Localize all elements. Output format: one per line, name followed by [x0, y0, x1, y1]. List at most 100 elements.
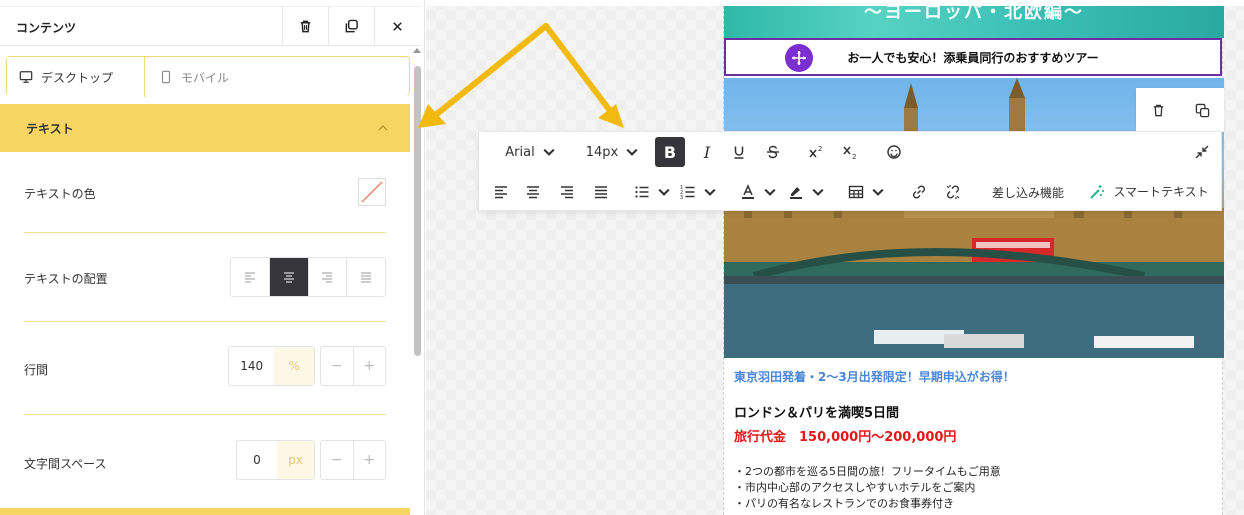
- align-justify-button[interactable]: [347, 258, 385, 296]
- remove-link-button[interactable]: [939, 172, 967, 212]
- table-button[interactable]: [845, 172, 889, 212]
- align-right-button[interactable]: [553, 172, 581, 212]
- chevron-down-icon: [626, 148, 638, 156]
- tour-title[interactable]: ロンドン＆パリを満喫5日間: [734, 402, 899, 421]
- emoji-button[interactable]: [879, 132, 909, 172]
- letter-spacing-decrease-button[interactable]: −: [321, 441, 354, 479]
- collapse-toolbar-button[interactable]: [1187, 132, 1217, 172]
- letter-spacing-input[interactable]: 0 px: [236, 440, 315, 480]
- highlighter-icon: [790, 187, 802, 199]
- line-height-increase-button[interactable]: +: [354, 347, 386, 385]
- tab-desktop[interactable]: デスクトップ: [7, 57, 145, 97]
- align-justify-icon: [595, 186, 607, 199]
- subscript-button[interactable]: 2: [835, 132, 865, 172]
- panel-scrollbar[interactable]: [411, 46, 423, 515]
- bullet-list-icon: [635, 186, 649, 198]
- tour-price[interactable]: 旅行代金 150,000円〜200,000円: [734, 426, 956, 445]
- table-icon: [848, 185, 864, 199]
- strikethrough-button[interactable]: [759, 132, 787, 172]
- hero-banner-text: 〜ヨーロッパ・北欧編〜: [864, 6, 1084, 23]
- tab-mobile-label: モバイル: [181, 70, 230, 85]
- unlink-icon: [946, 185, 960, 199]
- link-icon: [912, 185, 926, 199]
- close-icon: [393, 22, 402, 31]
- text-section-header[interactable]: テキスト: [0, 104, 410, 152]
- copy-icon: [345, 19, 358, 33]
- text-color-swatch[interactable]: [358, 178, 386, 206]
- list-item: ・2つの都市を巡る5日間の旅！フリータイムもご用意: [734, 465, 1001, 478]
- block-delete-button[interactable]: [1136, 88, 1180, 132]
- smart-text-button[interactable]: スマートテキスト: [1081, 172, 1219, 212]
- close-panel-button[interactable]: [374, 7, 420, 46]
- smart-text-label: スマートテキスト: [1113, 184, 1209, 199]
- line-height-input[interactable]: 140 %: [228, 346, 315, 386]
- delete-block-button[interactable]: [282, 7, 328, 46]
- svg-text:2: 2: [852, 153, 856, 160]
- promo-text[interactable]: 東京羽田発着・2〜3月出発限定！早期申込がお得！: [734, 368, 1015, 385]
- email-preview: 〜ヨーロッパ・北欧編〜 お一人でも安心！添乗員同行のおすすめツアー 東京羽田発着…: [723, 6, 1224, 515]
- panel-header: コンテンツ: [0, 6, 420, 46]
- superscript-button[interactable]: 2: [801, 132, 831, 172]
- line-height-decrease-button[interactable]: −: [321, 347, 354, 385]
- monitor-icon: [19, 71, 33, 83]
- text-align-group: [230, 257, 386, 297]
- align-center-button[interactable]: [519, 172, 547, 212]
- tab-mobile[interactable]: モバイル: [147, 57, 241, 97]
- align-left-button[interactable]: [487, 172, 515, 212]
- line-height-unit: %: [274, 347, 314, 385]
- chevron-down-icon: [704, 188, 716, 196]
- text-color-button[interactable]: [737, 172, 781, 212]
- align-center-button[interactable]: [269, 258, 309, 296]
- align-right-button[interactable]: [309, 258, 348, 296]
- subscript-icon: 2: [843, 146, 856, 160]
- numbered-list-icon: 123: [680, 185, 695, 200]
- scroll-up-arrow-icon[interactable]: [413, 48, 421, 53]
- numbered-list-button[interactable]: 123: [677, 172, 721, 212]
- bold-button[interactable]: B: [655, 137, 685, 167]
- collapse-icon: [1195, 145, 1209, 159]
- text-color-icon: [742, 184, 754, 199]
- align-justify-button[interactable]: [587, 172, 615, 212]
- list-item: ・市内中心部のアクセスしやすいホテルをご案内: [734, 481, 976, 494]
- text-color-label: テキストの色: [24, 187, 96, 201]
- duplicate-block-button[interactable]: [328, 7, 374, 46]
- tab-desktop-label: デスクトップ: [41, 70, 114, 85]
- chevron-down-icon: [764, 188, 776, 196]
- highlight-color-button[interactable]: [785, 172, 829, 212]
- next-section-header[interactable]: [0, 508, 410, 515]
- tour-features-list[interactable]: ・2つの都市を巡る5日間の旅！フリータイムもご用意 ・市内中心部のアクセスしやす…: [734, 464, 1001, 512]
- align-left-icon: [244, 272, 255, 283]
- strikethrough-icon: [767, 145, 779, 159]
- bullet-list-button[interactable]: [631, 172, 675, 212]
- block-duplicate-button[interactable]: [1180, 88, 1224, 132]
- font-family-select[interactable]: Arial: [491, 132, 571, 172]
- font-family-value: Arial: [505, 144, 535, 160]
- panel-scrollbar-thumb[interactable]: [414, 66, 421, 356]
- letter-spacing-increase-button[interactable]: +: [354, 441, 386, 479]
- underline-button[interactable]: [725, 132, 753, 172]
- line-height-label: 行間: [24, 363, 49, 377]
- text-align-row: テキストの配置: [24, 233, 386, 322]
- text-align-label: テキストの配置: [24, 272, 108, 286]
- merge-tags-button[interactable]: 差し込み機能: [981, 172, 1075, 212]
- align-right-icon: [561, 186, 573, 199]
- chevron-down-icon: [658, 188, 670, 196]
- mobile-icon: [161, 70, 171, 84]
- align-right-icon: [322, 272, 333, 283]
- insert-link-button[interactable]: [905, 172, 933, 212]
- trash-icon: [300, 20, 311, 33]
- chevron-down-icon: [543, 148, 555, 156]
- svg-text:3: 3: [680, 195, 683, 200]
- letter-spacing-stepper: − +: [320, 440, 386, 480]
- line-height-value: 140: [240, 359, 264, 373]
- hero-banner[interactable]: 〜ヨーロッパ・北欧編〜: [724, 6, 1224, 38]
- move-handle[interactable]: [785, 44, 813, 72]
- font-size-select[interactable]: 14px: [575, 132, 651, 172]
- italic-button[interactable]: I: [693, 132, 721, 172]
- align-left-button[interactable]: [231, 258, 270, 296]
- chevron-down-icon: [812, 188, 824, 196]
- font-size-value: 14px: [585, 144, 619, 160]
- content-settings-panel: コンテンツ デスクトップ モバイル テキスト テキストの色 テキストの配置 行間…: [0, 0, 425, 515]
- align-center-icon: [527, 186, 539, 199]
- text-color-row: テキストの色: [24, 152, 386, 233]
